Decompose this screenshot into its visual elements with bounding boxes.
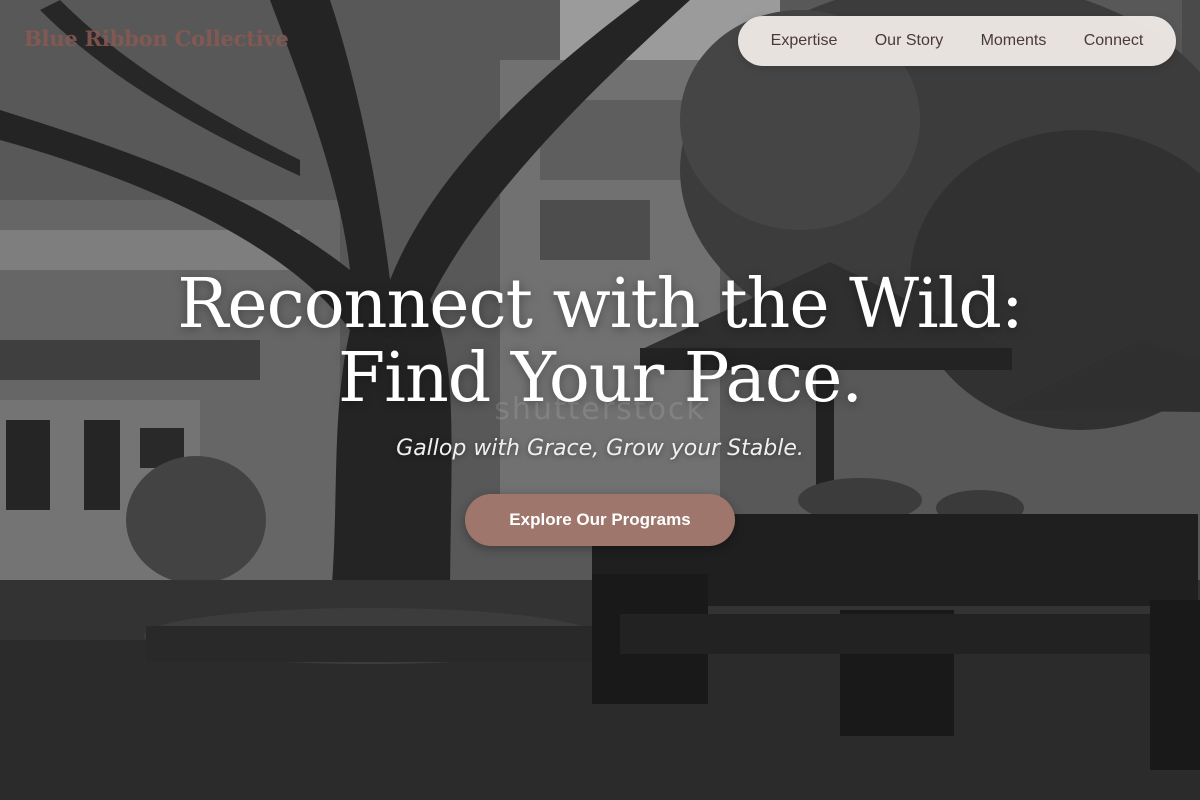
- hero-section: Blue Ribbon Collective Expertise Our Sto…: [0, 0, 1200, 800]
- explore-programs-button[interactable]: Explore Our Programs: [465, 494, 735, 546]
- page-edge-shadow: [1182, 0, 1200, 72]
- main-nav: Expertise Our Story Moments Connect: [738, 16, 1176, 66]
- nav-item-our-story[interactable]: Our Story: [869, 26, 949, 56]
- nav-item-connect[interactable]: Connect: [1078, 26, 1150, 56]
- nav-item-moments[interactable]: Moments: [975, 26, 1053, 56]
- hero-tagline: Gallop with Grace, Grow your Stable.: [396, 436, 804, 461]
- nav-item-expertise[interactable]: Expertise: [765, 26, 844, 56]
- hero-headline-line-1: Reconnect with the Wild:: [177, 265, 1024, 344]
- brand-logo[interactable]: Blue Ribbon Collective: [24, 26, 289, 51]
- stock-watermark: shutterstock: [494, 392, 706, 427]
